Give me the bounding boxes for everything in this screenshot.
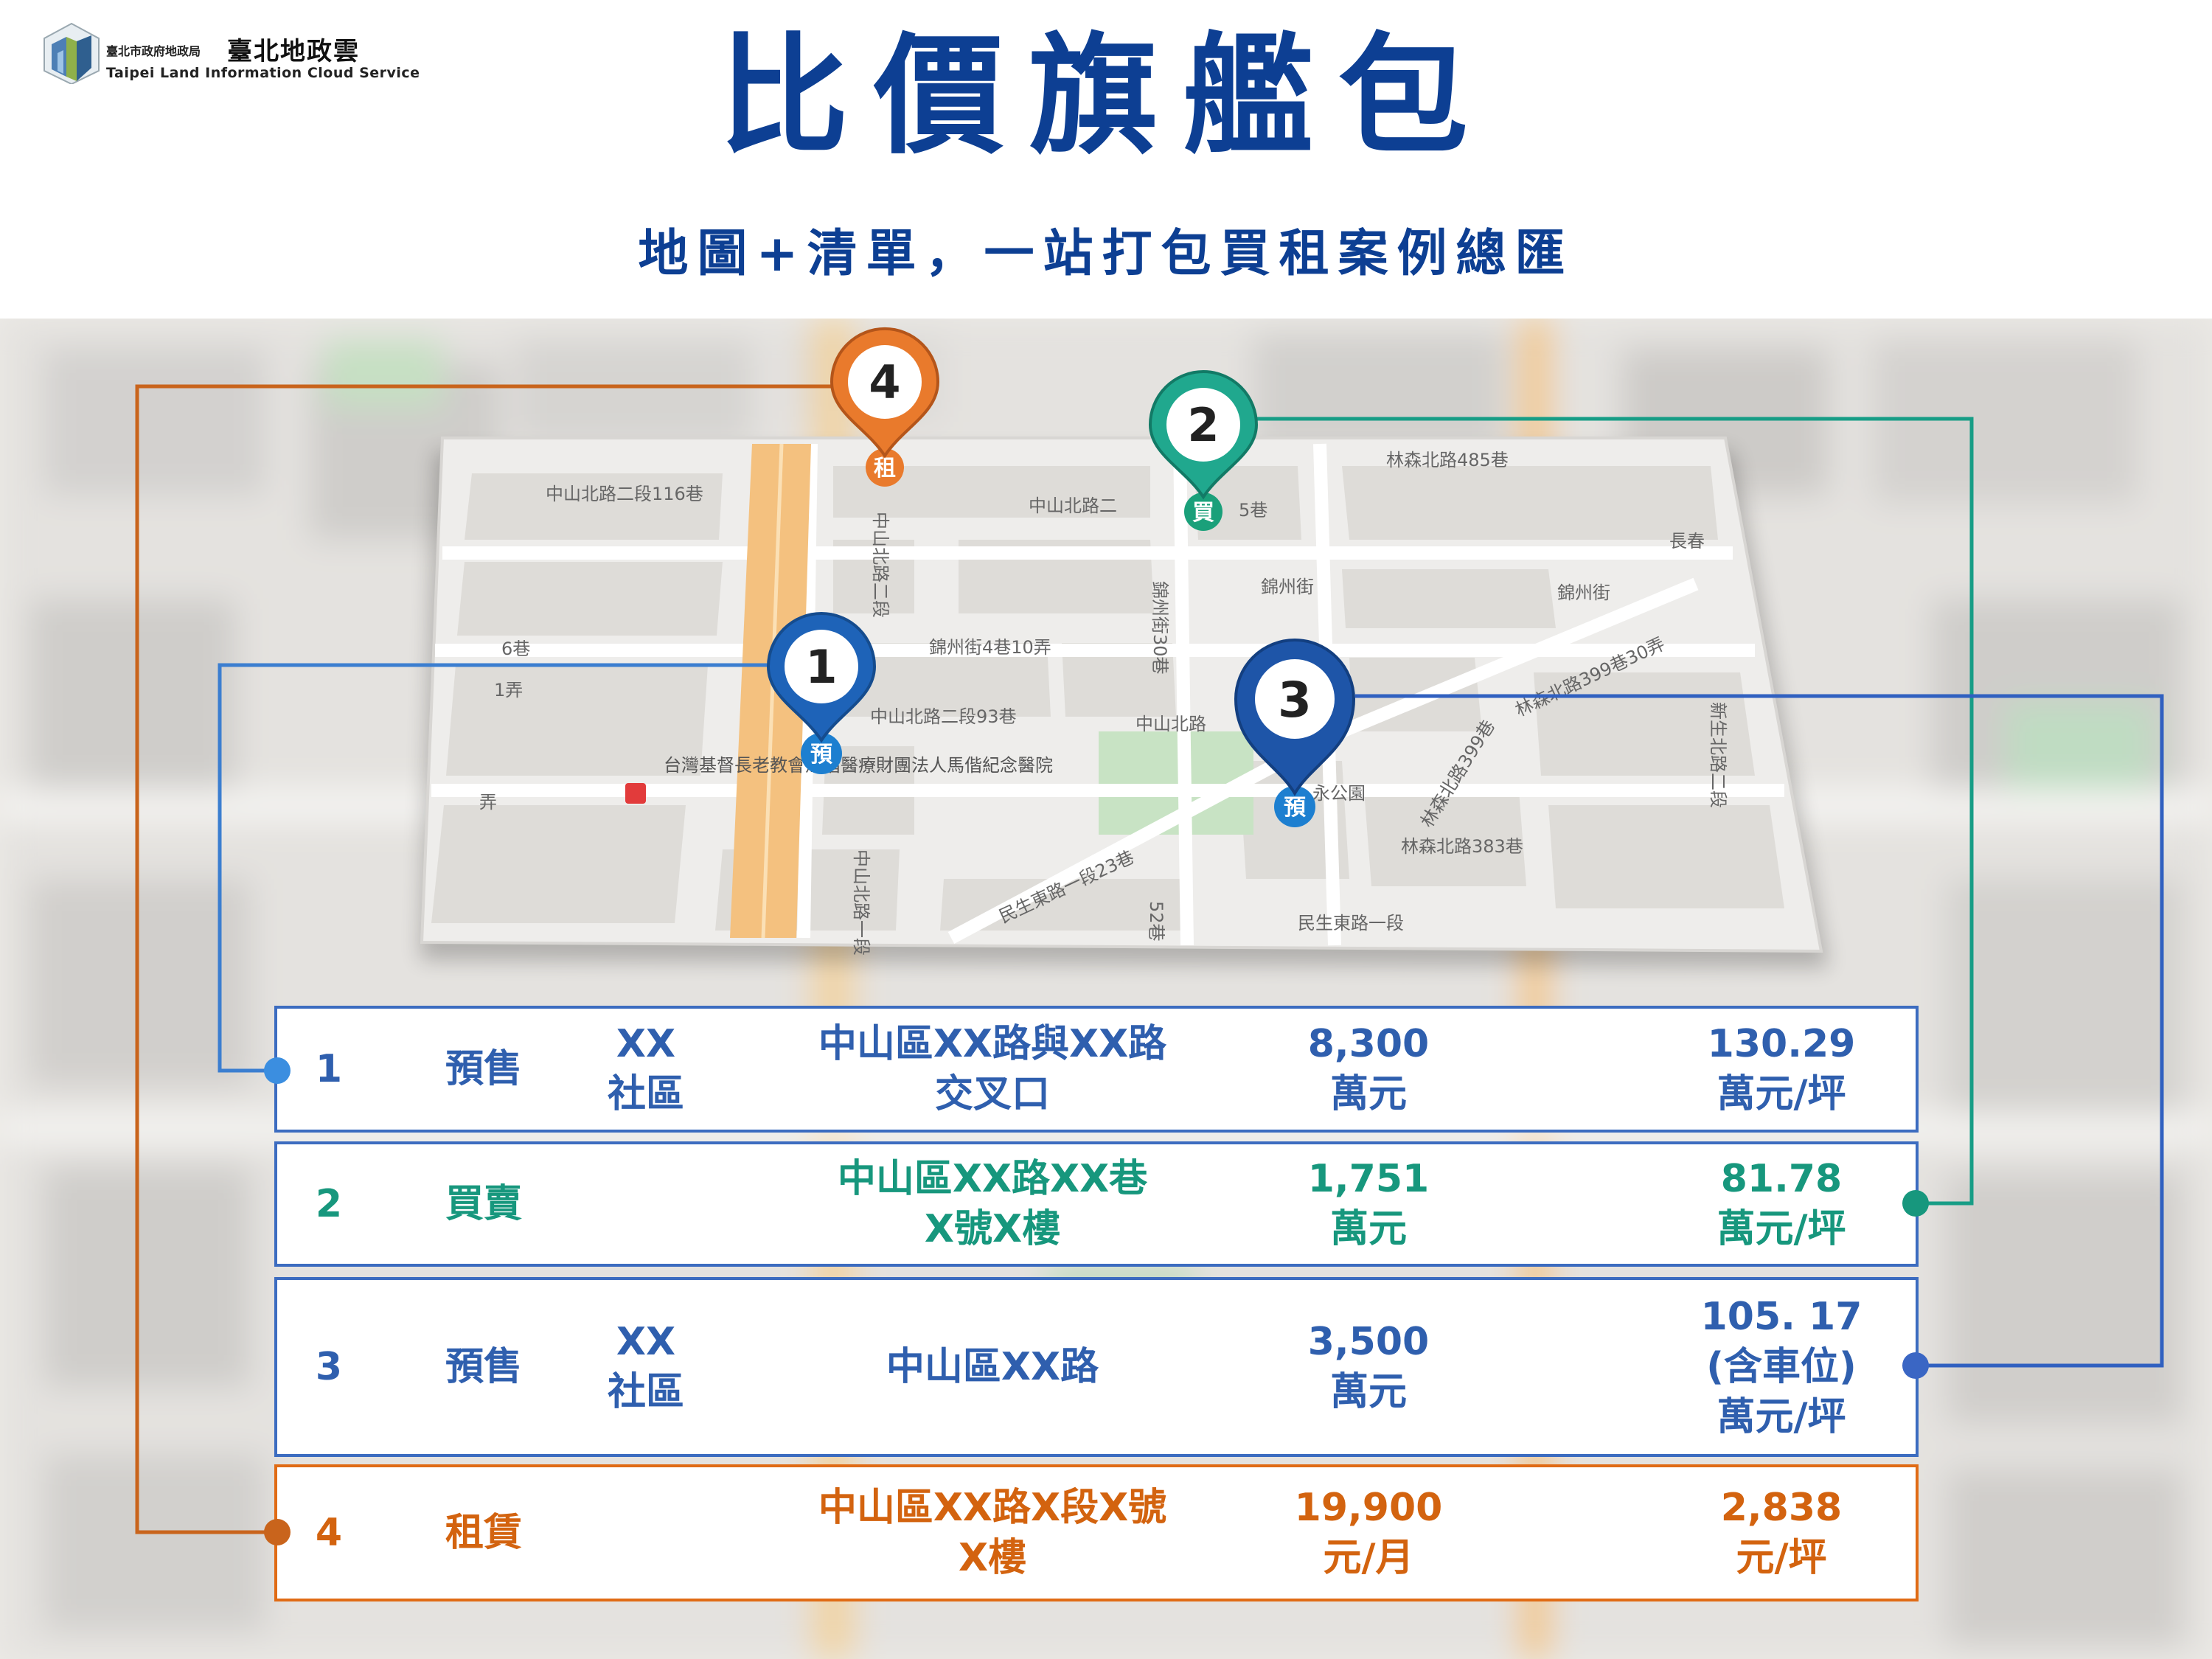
map-label: 中山北路二段	[870, 512, 891, 618]
unit-price: 130.29 萬元/坪	[1707, 1022, 1856, 1116]
map-label: 中山北路二段116巷	[546, 484, 703, 504]
community-name: XX 社區	[607, 1320, 684, 1414]
map-label: 中山北路一段	[851, 849, 872, 956]
listing-row-2[interactable]: 2 買賣 中山區XX路XX巷 X號X樓 1,751 萬元 81.78 萬元/坪	[274, 1141, 1919, 1267]
transaction-type: 租賃	[445, 1511, 522, 1555]
map-label: 長春	[1669, 531, 1705, 552]
address: 中山區XX路XX巷 X號X樓	[837, 1157, 1148, 1251]
page-subtitle: 地圖+清單，一站打包買租案例總匯	[638, 225, 1574, 283]
transaction-type: 預售	[445, 1345, 522, 1389]
map-label: 中山北路二段93巷	[870, 706, 1017, 727]
row-index: 4	[315, 1511, 343, 1555]
map-label: 中山北路二	[1029, 495, 1117, 516]
address: 中山區XX路X段X號 X樓	[818, 1486, 1167, 1580]
map-label: 5巷	[1239, 500, 1267, 521]
unit-price: 81.78 萬元/坪	[1717, 1157, 1846, 1251]
map-label: 52巷	[1146, 901, 1166, 942]
listing-row-1[interactable]: 1 預售 XX 社區 中山區XX路與XX路 交叉口 8,300 萬元 130.29 萬元…	[274, 1006, 1919, 1133]
address: 中山區XX路	[886, 1345, 1099, 1389]
map-label: 弄	[479, 792, 497, 813]
total-price: 1,751 萬元	[1307, 1157, 1430, 1251]
map-label: 中山北路	[1135, 714, 1206, 734]
map-card: 中山北路二段116巷 中山北路二 5巷 林森北路485巷 錦州街 錦州街4巷10…	[420, 437, 1823, 956]
map-label: 永公園	[1312, 783, 1366, 804]
row-index: 1	[315, 1047, 343, 1091]
map-label: 台灣基督長老教會馬偕醫療財團法人馬偕紀念醫院	[664, 755, 1053, 776]
total-price: 19,900 元/月	[1294, 1486, 1443, 1580]
map-label: 6巷	[501, 639, 530, 659]
map-label: 錦州街	[1557, 582, 1610, 603]
map-label: 林森北路485巷	[1386, 450, 1509, 470]
map-label: 錦州街4巷10弄	[929, 637, 1051, 658]
address: 中山區XX路與XX路 交叉口	[818, 1022, 1167, 1116]
listing-row-3[interactable]: 3 預售 XX 社區 中山區XX路 3,500 萬元 105. 17 (含車位) 萬元/…	[274, 1277, 1919, 1457]
map-label: 民生東路一段	[1298, 913, 1404, 933]
map-background: 中山北路二段116巷 中山北路二 5巷 林森北路485巷 錦州街 錦州街4巷10…	[0, 319, 2212, 1659]
listing-row-4[interactable]: 4 租賃 中山區XX路X段X號 X樓 19,900 元/月 2,838 元/坪	[274, 1464, 1919, 1601]
total-price: 3,500 萬元	[1307, 1320, 1430, 1414]
map-label: 新生北路二段	[1708, 702, 1728, 808]
row-index: 3	[315, 1345, 343, 1389]
transaction-type: 預售	[445, 1047, 522, 1091]
page-title: 比價旗艦包	[718, 19, 1493, 172]
total-price: 8,300 萬元	[1307, 1022, 1430, 1116]
unit-price: 105. 17 (含車位) 萬元/坪	[1700, 1295, 1863, 1439]
map-label: 1弄	[494, 680, 523, 700]
map-label: 林森北路383巷	[1401, 836, 1523, 857]
unit-price: 2,838 元/坪	[1720, 1486, 1843, 1580]
map-label: 錦州街	[1261, 577, 1314, 597]
transaction-type: 買賣	[445, 1182, 522, 1226]
map-label: 錦州街30巷	[1150, 581, 1170, 675]
community-name: XX 社區	[607, 1022, 684, 1116]
row-index: 2	[315, 1182, 343, 1226]
